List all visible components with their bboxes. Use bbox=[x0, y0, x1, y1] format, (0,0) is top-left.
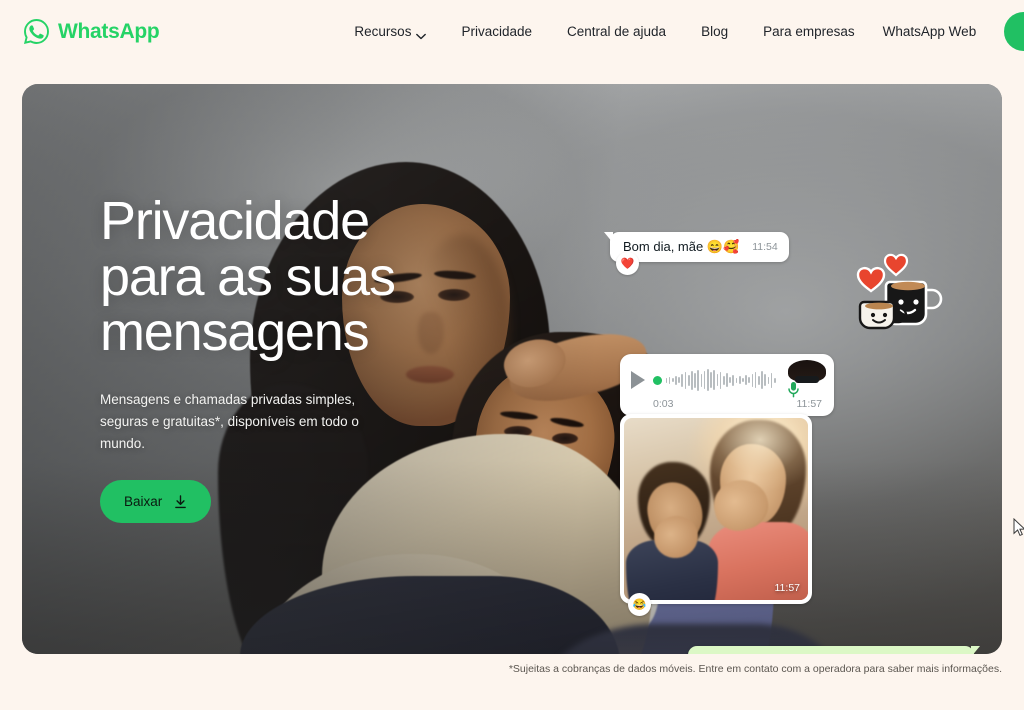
nav-download-button[interactable]: Baixar bbox=[1004, 11, 1024, 51]
hero-subtitle: Mensagens e chamadas privadas simples, s… bbox=[100, 391, 359, 451]
hero-download-label: Baixar bbox=[124, 494, 163, 510]
chat-bubble-voice-message: 0:03 11:57 bbox=[620, 354, 834, 416]
chat-bubble-outgoing: Quero logo outra viagem de família! 11:5… bbox=[688, 646, 981, 654]
download-icon bbox=[174, 495, 187, 509]
top-navigation-bar: WhatsApp Recursos Privacidade Central de… bbox=[0, 0, 1024, 62]
hero-banner: Privacidade para as suas mensagens Mensa… bbox=[22, 84, 1002, 654]
coffee-cups-hearts-sticker bbox=[854, 250, 950, 334]
chevron-down-icon bbox=[416, 28, 427, 39]
nav-item-blog[interactable]: Blog bbox=[701, 18, 728, 45]
mouse-pointer-icon bbox=[1013, 517, 1024, 537]
hero-download-button[interactable]: Baixar bbox=[100, 480, 212, 524]
photo-message-image: 11:57 bbox=[624, 418, 808, 600]
chat-bubble-greeting: Bom dia, mãe 😄🥰 11:54 ❤️ bbox=[604, 232, 789, 275]
voice-message-time: 11:57 bbox=[796, 398, 823, 410]
whatsapp-logo-icon bbox=[22, 17, 51, 46]
hero-title: Privacidade para as suas mensagens bbox=[100, 191, 396, 363]
heart-reaction-icon[interactable]: ❤️ bbox=[616, 252, 639, 275]
voice-waveform[interactable] bbox=[653, 369, 782, 391]
legal-footnote: *Sujeitas a cobranças de dados móveis. E… bbox=[508, 663, 1002, 675]
brand-home-link[interactable]: WhatsApp bbox=[22, 17, 160, 46]
nav-item-recursos-label: Recursos bbox=[354, 23, 412, 39]
nav-item-central-de-ajuda[interactable]: Central de ajuda bbox=[567, 18, 666, 45]
nav-item-para-empresas[interactable]: Para empresas bbox=[763, 18, 855, 45]
primary-nav-links: Recursos Privacidade Central de ajuda Bl… bbox=[354, 18, 882, 45]
chat-bubble-outgoing-text: Quero logo outra viagem de família! bbox=[700, 653, 907, 654]
brand-name: WhatsApp bbox=[58, 19, 160, 43]
chat-bubble-greeting-text: Bom dia, mãe 😄🥰 bbox=[623, 239, 740, 254]
avatar bbox=[787, 360, 826, 398]
nav-item-whatsapp-web[interactable]: WhatsApp Web bbox=[883, 24, 977, 39]
hero-copy-block: Privacidade para as suas mensagens Mensa… bbox=[100, 191, 460, 524]
photo-message-time: 11:57 bbox=[774, 582, 801, 594]
chat-bubble-photo-message[interactable]: 11:57 😂 bbox=[620, 414, 812, 616]
emoji-reaction-icon[interactable]: 😂 bbox=[628, 593, 651, 616]
voice-message-meta: 0:03 11:57 bbox=[631, 397, 824, 410]
microphone-icon bbox=[787, 381, 800, 398]
voice-message-duration: 0:03 bbox=[653, 398, 674, 410]
voice-message-row bbox=[631, 360, 826, 398]
nav-item-recursos[interactable]: Recursos bbox=[354, 18, 427, 45]
play-icon[interactable] bbox=[631, 371, 645, 389]
nav-right-group: WhatsApp Web Baixar bbox=[883, 11, 1024, 51]
nav-item-privacidade[interactable]: Privacidade bbox=[461, 18, 532, 45]
chat-bubble-greeting-time: 11:54 bbox=[752, 241, 778, 253]
